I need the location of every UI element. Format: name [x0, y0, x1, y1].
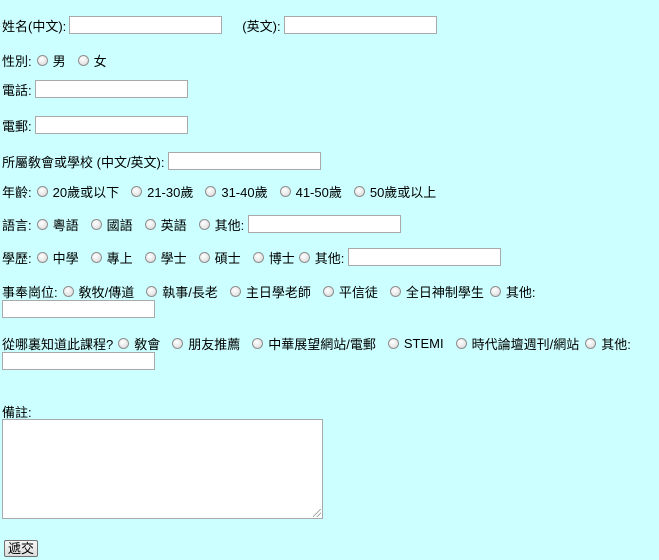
phone-input[interactable] [34, 80, 188, 98]
radio-button[interactable] [279, 185, 291, 197]
radio-button[interactable] [172, 337, 184, 349]
radio-button[interactable] [229, 285, 241, 297]
source-option[interactable]: 敎會 [116, 334, 160, 353]
radio-button[interactable] [62, 285, 74, 297]
source-label: 從哪裏知道此課程? [2, 336, 114, 352]
language-row: 語言: 粵語 國語 英語 其他: [2, 213, 402, 235]
name-en-label: (英文): [242, 18, 281, 34]
radio-button[interactable] [131, 185, 143, 197]
radio-button[interactable] [144, 251, 156, 263]
radio-button[interactable] [389, 285, 401, 297]
education-option[interactable]: 學士 [143, 248, 187, 267]
age-option[interactable]: 41-50歲 [278, 182, 342, 201]
name-zh-input[interactable] [69, 16, 223, 34]
source-option-other[interactable]: 其他: [583, 334, 631, 353]
language-option[interactable]: 英語 [143, 215, 187, 234]
age-label: 年齡: [2, 184, 32, 200]
remarks-textarea[interactable] [2, 419, 323, 519]
ministry-label: 事奉崗位: [2, 284, 58, 300]
age-option[interactable]: 50歲或以上 [352, 182, 436, 201]
gender-label: 性別: [2, 53, 32, 69]
language-other-input[interactable] [248, 215, 402, 233]
language-option[interactable]: 粵語 [35, 215, 79, 234]
phone-row: 電話: [2, 78, 188, 100]
radio-button[interactable] [585, 337, 597, 349]
church-row: 所屬敎會或學校 (中文/英文): [2, 150, 321, 172]
language-option-other[interactable]: 其他: [197, 215, 244, 234]
radio-button[interactable] [77, 54, 89, 66]
education-row: 學歷: 中學 專上 學士 碩士 博士 其他: [2, 246, 502, 268]
age-row: 年齡: 20歲或以下 21-30歲 31-40歲 41-50歲 50歲或以上 [2, 180, 446, 202]
submit-button[interactable]: 遞交 [4, 540, 39, 557]
radio-button[interactable] [90, 251, 102, 263]
language-label: 語言: [2, 217, 32, 233]
gender-option-female[interactable]: 女 [76, 51, 107, 70]
name-zh-label: 姓名(中文): [2, 18, 67, 34]
radio-button[interactable] [205, 185, 217, 197]
ministry-option[interactable]: 全日神制學生 [388, 282, 484, 301]
age-option[interactable]: 31-40歲 [203, 182, 268, 201]
radio-button[interactable] [252, 251, 264, 263]
radio-button[interactable] [252, 337, 264, 349]
radio-button[interactable] [353, 185, 365, 197]
source-row: 從哪裏知道此課程? 敎會 朋友推薦 中華展望網站/電郵 STEMI 時代論壇週刊… [2, 332, 633, 354]
source-option[interactable]: 朋友推薦 [170, 334, 240, 353]
ministry-row: 事奉崗位: 敎牧/傳道 執事/長老 主日學老師 平信徒 全日神制學生 其他: [2, 280, 538, 302]
age-option[interactable]: 20歲或以下 [35, 182, 119, 201]
radio-button[interactable] [90, 218, 102, 230]
education-option[interactable]: 專上 [89, 248, 133, 267]
gender-option-male[interactable]: 男 [35, 51, 66, 70]
source-other-input[interactable] [2, 352, 155, 370]
ministry-option[interactable]: 平信徒 [321, 282, 378, 301]
ministry-option[interactable]: 主日學老師 [228, 282, 311, 301]
source-option[interactable]: STEMI [386, 336, 444, 351]
education-label: 學歷: [2, 250, 32, 266]
name-row: 姓名(中文): (英文): [2, 14, 437, 36]
ministry-other-input[interactable] [2, 300, 155, 318]
name-en-input[interactable] [283, 16, 437, 34]
ministry-option[interactable]: 執事/長老 [144, 282, 218, 301]
language-option[interactable]: 國語 [89, 215, 133, 234]
ministry-option[interactable]: 敎牧/傳道 [61, 282, 134, 301]
radio-button[interactable] [298, 251, 310, 263]
education-option-other[interactable]: 其他: [297, 248, 344, 267]
education-option[interactable]: 碩士 [197, 248, 241, 267]
radio-button[interactable] [36, 251, 48, 263]
radio-button[interactable] [198, 251, 210, 263]
gender-row: 性別: 男 女 [2, 49, 117, 71]
radio-button[interactable] [387, 337, 399, 349]
phone-label: 電話: [2, 82, 32, 98]
source-option[interactable]: 時代論壇週刊/網站 [454, 334, 579, 353]
radio-button[interactable] [198, 218, 210, 230]
radio-button[interactable] [144, 218, 156, 230]
education-other-input[interactable] [348, 248, 502, 266]
education-option[interactable]: 博士 [251, 248, 295, 267]
remarks-label: 備註: [2, 404, 32, 420]
radio-button[interactable] [36, 54, 48, 66]
radio-button[interactable] [36, 218, 48, 230]
radio-button[interactable] [36, 185, 48, 197]
radio-button[interactable] [489, 285, 501, 297]
age-option[interactable]: 21-30歲 [129, 182, 193, 201]
radio-button[interactable] [322, 285, 334, 297]
email-label: 電郵: [2, 118, 32, 134]
email-input[interactable] [34, 116, 188, 134]
church-input[interactable] [167, 152, 321, 170]
radio-button[interactable] [118, 337, 130, 349]
email-row: 電郵: [2, 114, 188, 136]
source-option[interactable]: 中華展望網站/電郵 [250, 334, 376, 353]
education-option[interactable]: 中學 [35, 248, 79, 267]
radio-button[interactable] [146, 285, 158, 297]
resize-grip-icon[interactable] [313, 509, 321, 517]
ministry-option-other[interactable]: 其他: [488, 282, 536, 301]
church-label: 所屬敎會或學校 (中文/英文): [2, 154, 165, 170]
radio-button[interactable] [455, 337, 467, 349]
